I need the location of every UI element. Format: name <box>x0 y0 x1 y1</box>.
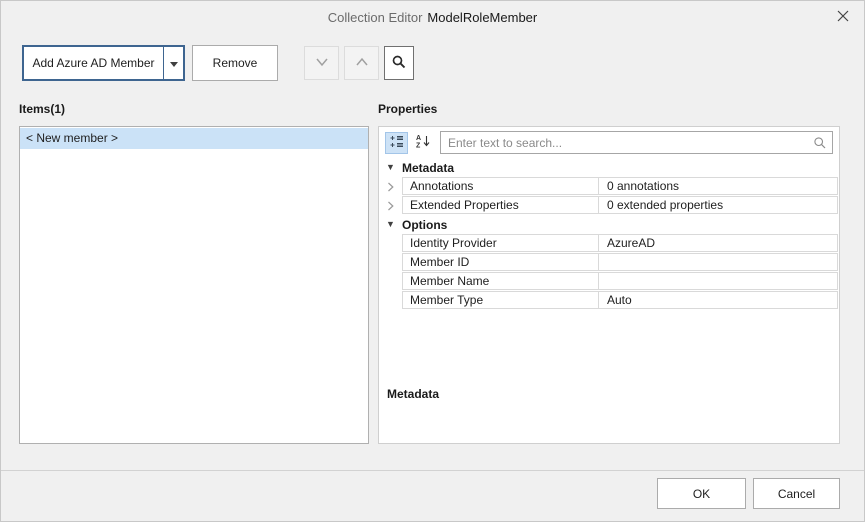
collection-editor-dialog: Collection Editor ModelRoleMember Add Azu… <box>0 0 865 522</box>
properties-header: Properties <box>378 102 437 116</box>
property-value[interactable]: 0 annotations <box>599 178 837 194</box>
ok-button[interactable]: OK <box>657 478 746 509</box>
chevron-up-icon <box>354 56 370 71</box>
footer-separator <box>1 470 864 471</box>
add-azure-ad-member-button[interactable]: Add Azure AD Member <box>24 47 163 79</box>
property-name[interactable]: Annotations <box>403 178 599 194</box>
chevron-down-caret-icon <box>170 56 178 70</box>
category-label: Metadata <box>402 161 454 175</box>
property-value[interactable] <box>599 273 837 289</box>
properties-toolbar: A Z <box>385 131 833 154</box>
alphabetical-sort-button[interactable]: A Z <box>411 132 434 154</box>
add-member-split-button: Add Azure AD Member <box>22 45 185 81</box>
move-up-button[interactable] <box>344 46 379 80</box>
categorized-view-icon <box>390 135 404 151</box>
property-row: Identity ProviderAzureAD <box>379 234 838 253</box>
property-value[interactable] <box>599 254 837 270</box>
property-value[interactable]: 0 extended properties <box>599 197 837 213</box>
dialog-title-prefix: Collection Editor <box>328 10 423 25</box>
property-row: Member ID <box>379 253 838 272</box>
cancel-button[interactable]: Cancel <box>753 478 840 509</box>
category-row[interactable]: ▼Metadata <box>379 158 838 177</box>
collapse-triangle-icon[interactable]: ▼ <box>386 220 402 229</box>
add-member-dropdown-button[interactable] <box>163 47 183 79</box>
close-icon <box>837 10 849 25</box>
property-search-box <box>440 131 833 154</box>
items-listbox[interactable]: < New member > <box>19 126 369 444</box>
magnifier-icon <box>391 54 407 73</box>
property-grid: ▼MetadataAnnotations0 annotationsExtende… <box>379 158 838 310</box>
svg-text:A: A <box>416 135 421 142</box>
list-item[interactable]: < New member > <box>20 128 368 149</box>
property-row: Extended Properties0 extended properties <box>379 196 838 215</box>
property-name[interactable]: Identity Provider <box>403 235 599 251</box>
property-name[interactable]: Member Name <box>403 273 599 289</box>
magnifier-icon <box>813 136 827 153</box>
move-down-button[interactable] <box>304 46 339 80</box>
titlebar: Collection Editor ModelRoleMember <box>1 1 864 31</box>
svg-text:Z: Z <box>416 143 421 149</box>
close-button[interactable] <box>832 6 854 28</box>
chevron-down-icon <box>314 56 330 71</box>
items-header: Items(1) <box>19 102 65 116</box>
row-gutter <box>379 291 402 310</box>
row-gutter <box>379 234 402 253</box>
property-row: Member Name <box>379 272 838 291</box>
property-value[interactable]: AzureAD <box>599 235 837 251</box>
category-label: Options <box>402 218 447 232</box>
property-description-title: Metadata <box>387 387 439 401</box>
remove-button[interactable]: Remove <box>192 45 278 81</box>
alphabetical-sort-icon: A Z <box>416 134 430 151</box>
dialog-title-name: ModelRoleMember <box>427 10 537 25</box>
row-gutter <box>379 272 402 291</box>
property-search-input[interactable] <box>441 132 832 153</box>
search-button[interactable] <box>384 46 414 80</box>
collapse-triangle-icon[interactable]: ▼ <box>386 163 402 172</box>
property-value[interactable]: Auto <box>599 292 837 308</box>
properties-panel: A Z ▼MetadataAnnotations0 annotationsExt… <box>378 126 840 444</box>
expand-chevron-icon[interactable] <box>379 196 402 215</box>
expand-chevron-icon[interactable] <box>379 177 402 196</box>
property-name[interactable]: Extended Properties <box>403 197 599 213</box>
property-row: Member TypeAuto <box>379 291 838 310</box>
categorized-view-button[interactable] <box>385 132 408 154</box>
category-row[interactable]: ▼Options <box>379 215 838 234</box>
property-name[interactable]: Member Type <box>403 292 599 308</box>
row-gutter <box>379 253 402 272</box>
property-name[interactable]: Member ID <box>403 254 599 270</box>
property-row: Annotations0 annotations <box>379 177 838 196</box>
